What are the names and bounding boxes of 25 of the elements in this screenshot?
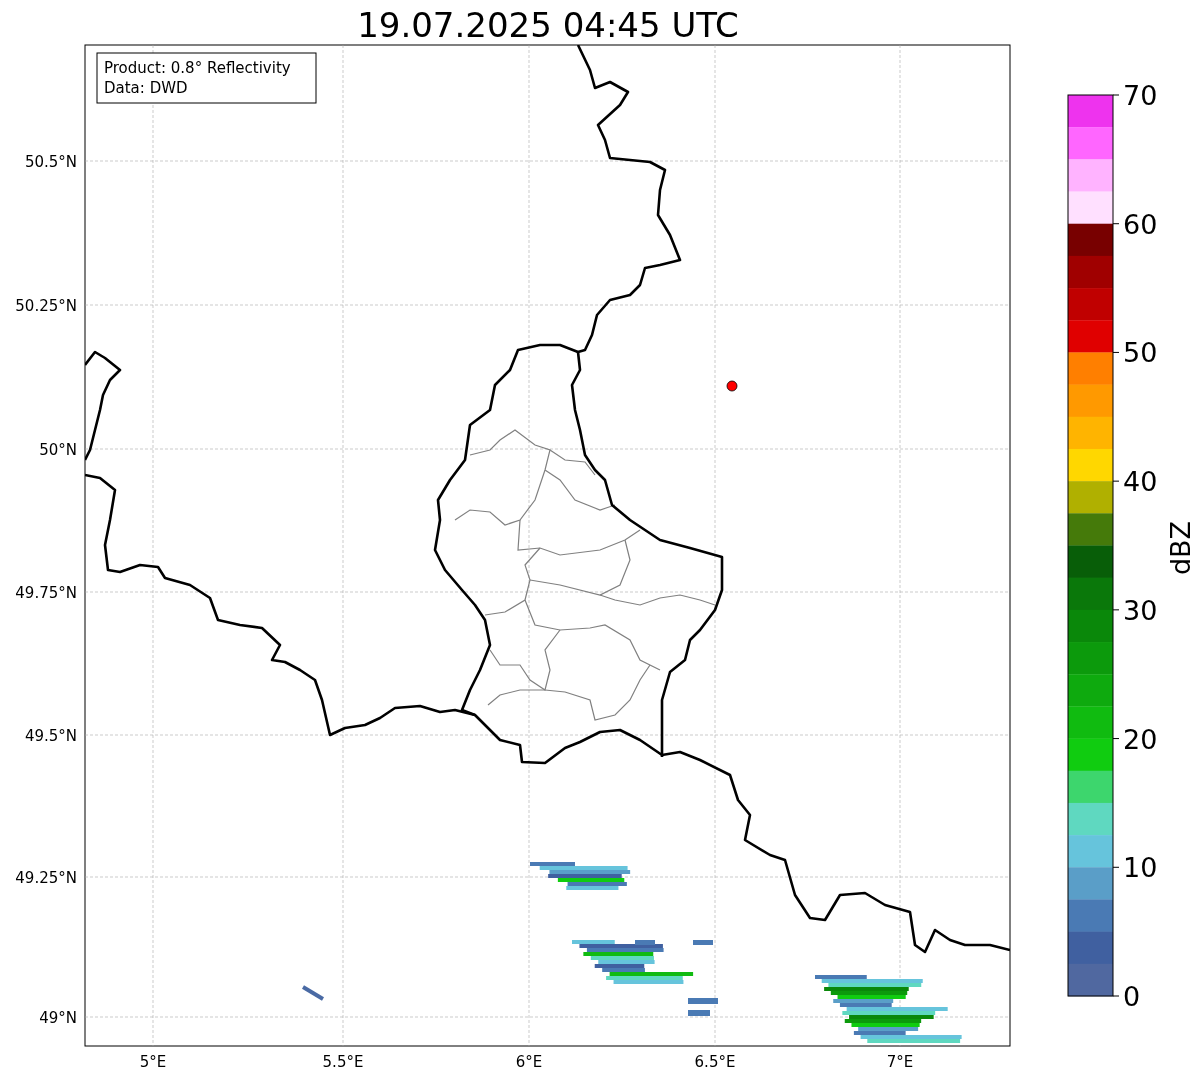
axis-tick-label: 7°E [886, 1053, 914, 1071]
chart-title: 19.07.2025 04:45 UTC [357, 5, 739, 45]
axis-tick-label: 50.25°N [15, 297, 77, 315]
axis-tick-label: 49.5°N [24, 727, 77, 745]
colorbar-tick-label: 70 [1123, 80, 1158, 111]
location-marker [726, 380, 738, 392]
axis-tick-label: 6°E [515, 1053, 543, 1071]
axis-tick-label: 5.5°E [322, 1053, 364, 1071]
colorbar-tick-label: 20 [1123, 723, 1158, 755]
colorbar-label: dBZ [1165, 520, 1196, 576]
axis-tick-label: 6.5°E [694, 1053, 736, 1071]
axis-tick-label: 49.25°N [15, 869, 77, 887]
colorbar-tick-label: 50 [1123, 337, 1158, 369]
colorbar-tick-label: 0 [1123, 981, 1141, 1012]
colorbar-tick-label: 40 [1123, 466, 1158, 498]
legend-text: Data: DWD [104, 79, 188, 97]
axis-tick-label: 49°N [39, 1009, 77, 1027]
axis-tick-label: 50.5°N [24, 153, 77, 171]
colorbar-tick-label: 10 [1123, 852, 1158, 884]
colorbar-tick-label: 60 [1123, 208, 1158, 240]
axis-tick-label: 50°N [39, 441, 77, 459]
axis-tick-label: 5°E [139, 1053, 167, 1071]
legend-text: Product: 0.8° Reflectivity [104, 59, 291, 77]
colorbar-tick-label: 30 [1123, 594, 1158, 626]
axis-tick-label: 49.75°N [15, 584, 77, 602]
